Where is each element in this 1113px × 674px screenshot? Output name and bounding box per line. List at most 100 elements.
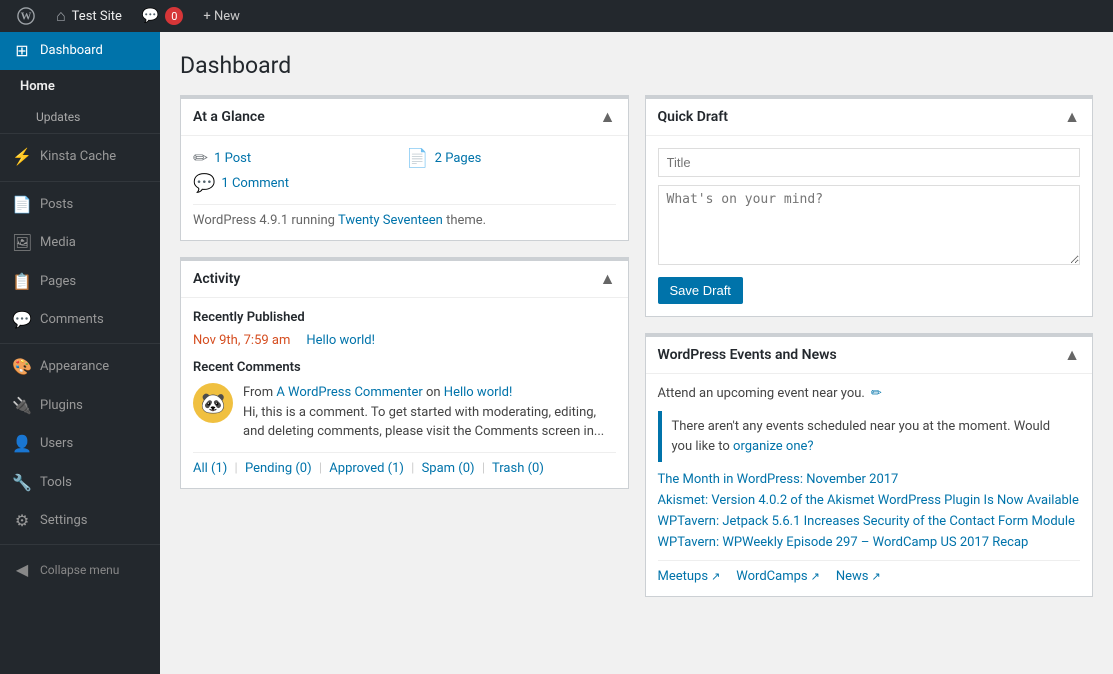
plugins-icon: 🔌: [12, 395, 32, 417]
at-a-glance-header: At a Glance ▲: [181, 99, 628, 136]
quick-draft-body: Save Draft: [646, 136, 1093, 316]
news-link-1[interactable]: The Month in WordPress: November 2017: [658, 472, 1081, 487]
collapse-icon: ◀: [12, 559, 32, 581]
sidebar-item-comments[interactable]: 💬 Comments: [0, 301, 160, 339]
sidebar-item-plugins[interactable]: 🔌 Plugins: [0, 387, 160, 425]
theme-link[interactable]: Twenty Seventeen: [338, 213, 443, 228]
admin-bar: W ⌂ Test Site 💬 0 + New: [0, 0, 1113, 32]
post-title-link[interactable]: Hello world!: [306, 333, 375, 348]
activity-toggle[interactable]: ▲: [600, 269, 616, 289]
activity-header: Activity ▲: [181, 261, 628, 298]
main-content: Dashboard At a Glance ▲ ✏ 1 Post: [160, 32, 1113, 674]
recent-post-row: Nov 9th, 7:59 am Hello world!: [193, 333, 616, 348]
sidebar-item-kinsta[interactable]: ⚡ Kinsta Cache: [0, 138, 160, 176]
sidebar-item-pages[interactable]: 📋 Pages: [0, 263, 160, 301]
commenter-avatar: 🐼: [193, 383, 233, 423]
comments-menu-icon: 💬: [12, 309, 32, 331]
users-icon: 👤: [12, 433, 32, 455]
site-name-button[interactable]: ⌂ Test Site: [48, 0, 130, 32]
wp-logo-icon: W: [16, 6, 36, 26]
meetups-external-icon: ↗: [711, 570, 720, 583]
organize-link[interactable]: organize one?: [733, 439, 814, 454]
comments-button[interactable]: 💬 0: [134, 0, 191, 32]
glance-stats: ✏ 1 Post 📄 2 Pages 💬 1 Comment: [193, 148, 616, 194]
events-news-title: WordPress Events and News: [658, 347, 837, 363]
post-date: Nov 9th, 7:59 am: [193, 333, 290, 348]
sidebar-item-settings[interactable]: ⚙ Settings: [0, 502, 160, 540]
dashboard-grid: At a Glance ▲ ✏ 1 Post 📄 2 Pages: [180, 95, 1093, 597]
comment-icon: 💬: [142, 8, 159, 24]
activity-footer: All (1) | Pending (0) | Approved (1) | S…: [193, 452, 616, 476]
glance-page-stat: 📄 2 Pages: [406, 148, 615, 169]
new-content-label: + New: [203, 9, 240, 24]
wp-info: WordPress 4.9.1 running Twenty Seventeen…: [193, 204, 616, 228]
footer-all-link[interactable]: All (1): [193, 461, 227, 476]
tools-icon: 🔧: [12, 472, 32, 494]
quick-draft-header: Quick Draft ▲: [646, 99, 1093, 136]
pages-icon: 📋: [12, 271, 32, 293]
admin-sidebar: ⊞ Dashboard Home Updates ⚡ Kinsta Cache …: [0, 32, 160, 674]
events-news-toggle[interactable]: ▲: [1064, 345, 1080, 365]
activity-body: Recently Published Nov 9th, 7:59 am Hell…: [181, 298, 628, 488]
kinsta-icon: ⚡: [12, 146, 32, 168]
news-footer: Meetups ↗ WordCamps ↗ News ↗: [658, 560, 1081, 584]
meetups-link[interactable]: Meetups ↗: [658, 569, 721, 584]
recent-comments-label: Recent Comments: [193, 360, 616, 375]
news-link-2[interactable]: Akismet: Version 4.0.2 of the Akismet Wo…: [658, 493, 1081, 508]
svg-text:W: W: [21, 11, 32, 23]
news-external-icon: ↗: [871, 570, 880, 583]
news-link-4[interactable]: WPTavern: WPWeekly Episode 297 – WordCam…: [658, 535, 1081, 550]
events-news-widget: WordPress Events and News ▲ Attend an up…: [645, 333, 1094, 597]
at-a-glance-toggle[interactable]: ▲: [600, 107, 616, 127]
page-count-link[interactable]: 2 Pages: [435, 151, 482, 166]
sidebar-item-updates[interactable]: Updates: [0, 105, 160, 130]
wordcamps-link[interactable]: WordCamps ↗: [736, 569, 820, 584]
at-a-glance-body: ✏ 1 Post 📄 2 Pages 💬 1 Comment: [181, 136, 628, 240]
media-icon: 🖼: [12, 232, 32, 254]
commenter-link[interactable]: A WordPress Commenter: [276, 385, 422, 400]
news-footer-link[interactable]: News ↗: [836, 569, 881, 584]
recently-published-label: Recently Published: [193, 310, 616, 325]
location-edit-icon[interactable]: ✏: [871, 386, 882, 401]
footer-spam-link[interactable]: Spam (0): [422, 461, 475, 476]
comment-post-link[interactable]: Hello world!: [444, 385, 513, 400]
save-draft-button[interactable]: Save Draft: [658, 277, 743, 304]
comment-content: From A WordPress Commenter on Hello worl…: [243, 383, 616, 442]
no-events-notice: There aren't any events scheduled near y…: [658, 411, 1081, 462]
sidebar-item-media[interactable]: 🖼 Media: [0, 224, 160, 262]
draft-title-input[interactable]: [658, 148, 1081, 177]
comment-item: 🐼 From A WordPress Commenter on Hello wo…: [193, 383, 616, 442]
news-links: The Month in WordPress: November 2017 Ak…: [658, 472, 1081, 550]
draft-content-input[interactable]: [658, 185, 1081, 265]
quick-draft-title: Quick Draft: [658, 109, 728, 125]
sidebar-item-home[interactable]: Home: [0, 70, 160, 104]
sidebar-item-posts[interactable]: 📄 Posts: [0, 186, 160, 224]
sidebar-item-tools[interactable]: 🔧 Tools: [0, 464, 160, 502]
site-name-label: Test Site: [72, 9, 122, 24]
activity-widget: Activity ▲ Recently Published Nov 9th, 7…: [180, 257, 629, 489]
left-column: At a Glance ▲ ✏ 1 Post 📄 2 Pages: [180, 95, 629, 597]
settings-icon: ⚙: [12, 510, 32, 532]
footer-approved-link[interactable]: Approved (1): [329, 461, 404, 476]
footer-trash-link[interactable]: Trash (0): [492, 461, 544, 476]
right-column: Quick Draft ▲ Save Draft WordPress Event…: [645, 95, 1094, 597]
sidebar-item-dashboard[interactable]: ⊞ Dashboard: [0, 32, 160, 70]
comment-count-badge: 0: [165, 7, 183, 25]
footer-pending-link[interactable]: Pending (0): [245, 461, 312, 476]
comment-count-link[interactable]: 1 Comment: [221, 176, 289, 191]
quick-draft-toggle[interactable]: ▲: [1064, 107, 1080, 127]
collapse-menu-button[interactable]: ◀ Collapse menu: [0, 549, 160, 591]
new-content-button[interactable]: + New: [195, 0, 248, 32]
wp-logo-button[interactable]: W: [8, 0, 44, 32]
posts-icon: 📄: [12, 194, 32, 216]
page-stat-icon: 📄: [406, 148, 428, 169]
sidebar-item-appearance[interactable]: 🎨 Appearance: [0, 348, 160, 386]
quick-draft-widget: Quick Draft ▲ Save Draft: [645, 95, 1094, 317]
post-count-link[interactable]: 1 Post: [214, 151, 251, 166]
at-a-glance-title: At a Glance: [193, 109, 265, 125]
dashboard-icon: ⊞: [12, 40, 32, 62]
news-link-3[interactable]: WPTavern: Jetpack 5.6.1 Increases Securi…: [658, 514, 1081, 529]
glance-comment-stat: 💬 1 Comment: [193, 173, 402, 194]
glance-post-stat: ✏ 1 Post: [193, 148, 402, 169]
sidebar-item-users[interactable]: 👤 Users: [0, 425, 160, 463]
